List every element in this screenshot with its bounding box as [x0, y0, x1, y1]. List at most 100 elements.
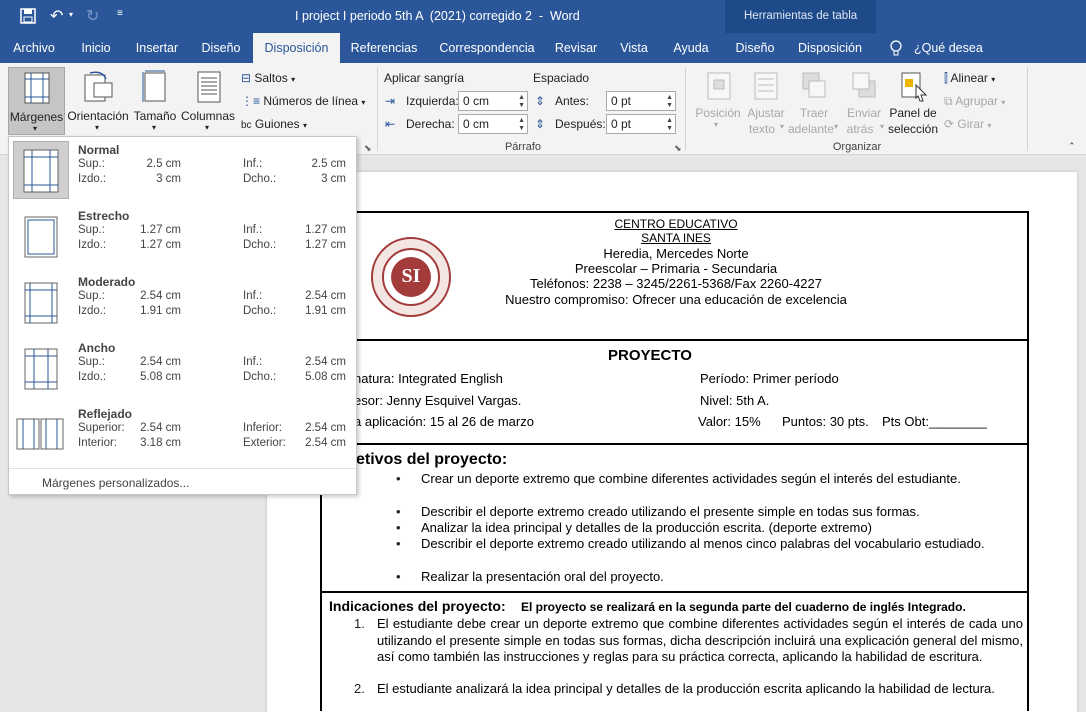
margin-label: Inf.:: [243, 356, 263, 368]
margin-option-narrow[interactable]: Estrecho Sup.: 1.27 cm Inf.: 1.27 cm Izd…: [9, 205, 356, 269]
tab-vista[interactable]: Vista: [614, 33, 654, 63]
spin-up-icon[interactable]: ▲: [666, 117, 673, 125]
custom-margins-button[interactable]: Márgenes personalizados...: [42, 476, 189, 490]
selection-label-2: selección: [887, 122, 939, 136]
breaks-button[interactable]: ⊟ Saltos ▾: [241, 71, 295, 85]
bring-forward-button: Traer adelante ▾: [788, 69, 840, 139]
margin-label: Interior:: [78, 437, 117, 449]
chevron-down-icon: ▾: [991, 75, 996, 84]
page-setup-launcher-icon[interactable]: ⬊: [364, 143, 372, 154]
indications-note: El proyecto se realizará en la segunda p…: [521, 600, 966, 614]
margin-value: 1.27 cm: [140, 224, 181, 236]
position-icon: [706, 71, 732, 104]
bullet-icon: •: [396, 471, 401, 486]
tab-disposicion[interactable]: Disposición: [253, 33, 340, 63]
level-line: Nivel: 5th A.: [700, 393, 770, 408]
send-backward-button: Enviar atrás ▾: [840, 69, 888, 139]
spin-down-icon[interactable]: ▼: [518, 102, 525, 110]
orientation-button[interactable]: Orientación ▾: [66, 67, 130, 135]
columns-icon: [196, 70, 222, 107]
tab-table-disposicion[interactable]: Disposición: [795, 33, 865, 63]
margin-value: 2.54 cm: [140, 356, 181, 368]
save-icon[interactable]: [20, 8, 36, 24]
tab-revisar[interactable]: Revisar: [551, 33, 601, 63]
spin-up-icon[interactable]: ▲: [518, 94, 525, 102]
indent-left-field[interactable]: 0 cm ▲ ▼: [458, 91, 528, 111]
undo-dropdown-icon[interactable]: ▾: [69, 10, 73, 19]
margin-option-wide[interactable]: Ancho Sup.: 2.54 cm Inf.: 2.54 cm Izdo.:…: [9, 337, 356, 401]
spacing-after-label: Después:: [555, 117, 606, 131]
chevron-down-icon: ▾: [95, 123, 100, 132]
spin-down-icon[interactable]: ▼: [518, 125, 525, 133]
forward-label-1: Traer: [799, 106, 829, 120]
spacing-before-label: Antes:: [555, 94, 590, 108]
margin-moderate-icon: [13, 273, 69, 331]
chevron-down-icon: ▾: [1001, 98, 1006, 107]
subject-line: natura: Integrated English: [354, 371, 503, 386]
margin-label: Superior:: [78, 422, 125, 434]
spin-up-icon[interactable]: ▲: [518, 117, 525, 125]
group-icon: ⧉: [944, 94, 953, 108]
paragraph-launcher-icon[interactable]: ⬊: [674, 143, 682, 154]
margin-label: Sup.:: [78, 224, 105, 236]
margin-option-mirrored[interactable]: Reflejado Superior: 2.54 cm Inferior: 2.…: [9, 403, 356, 467]
spacing-before-field[interactable]: 0 pt ▲ ▼: [606, 91, 676, 111]
align-button[interactable]: ⫿ Alinear ▾: [944, 71, 995, 86]
undo-icon[interactable]: ↶: [50, 6, 63, 26]
tab-referencias[interactable]: Referencias: [346, 33, 422, 63]
spin-down-icon[interactable]: ▼: [666, 125, 673, 133]
margin-option-name: Estrecho: [78, 209, 130, 223]
forward-label-2: adelante: [787, 122, 835, 136]
tab-table-diseno[interactable]: Diseño: [731, 33, 779, 63]
list-number-2: 2.: [354, 681, 365, 696]
spin-up-icon[interactable]: ▲: [666, 94, 673, 102]
margin-value: 2.54 cm: [140, 290, 181, 302]
indent-right-field[interactable]: 0 cm ▲ ▼: [458, 114, 528, 134]
bullet-icon: •: [396, 569, 401, 584]
chevron-down-icon: ▾: [714, 120, 719, 129]
margin-option-moderate[interactable]: Moderado Sup.: 2.54 cm Inf.: 2.54 cm Izd…: [9, 271, 356, 335]
list-number-1: 1.: [354, 616, 365, 631]
spacing-after-field[interactable]: 0 pt ▲ ▼: [606, 114, 676, 134]
group-label: Agrupar: [955, 94, 998, 108]
margins-button[interactable]: Márgenes ▾: [8, 67, 65, 135]
collapse-ribbon-icon[interactable]: ⌃: [1068, 141, 1076, 152]
margin-normal-icon: [13, 141, 69, 199]
size-button[interactable]: Tamaño ▾: [131, 67, 179, 135]
objective-item: Realizar la presentación oral del proyec…: [421, 569, 664, 584]
line-numbers-button[interactable]: ⋮≡ Números de línea ▾: [241, 94, 365, 108]
indent-right-icon: ⇤: [385, 117, 396, 131]
customize-quick-access-icon[interactable]: ≡: [117, 8, 123, 19]
margin-value: 2.54 cm: [305, 422, 346, 434]
hyphenation-button[interactable]: bc Guiones ▾: [241, 117, 307, 131]
indications-title: Indicaciones del proyecto:: [329, 598, 506, 614]
margin-value: 1.91 cm: [140, 305, 181, 317]
margins-icon: [23, 72, 51, 107]
tab-diseno[interactable]: Diseño: [195, 33, 247, 63]
value-line: Valor: 15%: [698, 414, 761, 429]
tab-ayuda[interactable]: Ayuda: [668, 33, 714, 63]
margin-label: Izdo.:: [78, 173, 107, 185]
size-label: Tamaño: [133, 109, 177, 123]
tab-correspondencia[interactable]: Correspondencia: [435, 33, 539, 63]
spin-down-icon[interactable]: ▼: [666, 102, 673, 110]
spacing-before-value: 0 pt: [611, 94, 632, 108]
hyphenation-icon: bc: [241, 120, 252, 131]
backward-label-2: atrás: [846, 122, 874, 136]
school-name-line-2: SANTA INES: [641, 231, 711, 245]
breaks-icon: ⊟: [241, 71, 252, 85]
tab-inicio[interactable]: Inicio: [73, 33, 119, 63]
context-title: Herramientas de tabla: [744, 10, 858, 22]
margin-label: Sup.:: [78, 158, 105, 170]
selection-pane-button[interactable]: Panel de selección: [886, 69, 940, 139]
tell-me-search[interactable]: ¿Qué desea hacer?: [914, 33, 1016, 85]
margin-option-normal[interactable]: Normal Sup.: 2.5 cm Inf.: 2.5 cm Izdo.: …: [9, 139, 356, 203]
tab-insertar[interactable]: Insertar: [129, 33, 185, 63]
margin-value: 2.54 cm: [305, 437, 346, 449]
orientation-label: Orientación: [67, 109, 129, 123]
align-label: Alinear: [950, 71, 988, 85]
title-bar: ↶ ▾ ↻ ≡ I project I periodo 5th A (2021)…: [0, 0, 1086, 33]
columns-button[interactable]: Columnas ▾: [180, 67, 236, 135]
margin-value: 3 cm: [321, 173, 346, 185]
tab-archivo[interactable]: Archivo: [6, 33, 62, 63]
